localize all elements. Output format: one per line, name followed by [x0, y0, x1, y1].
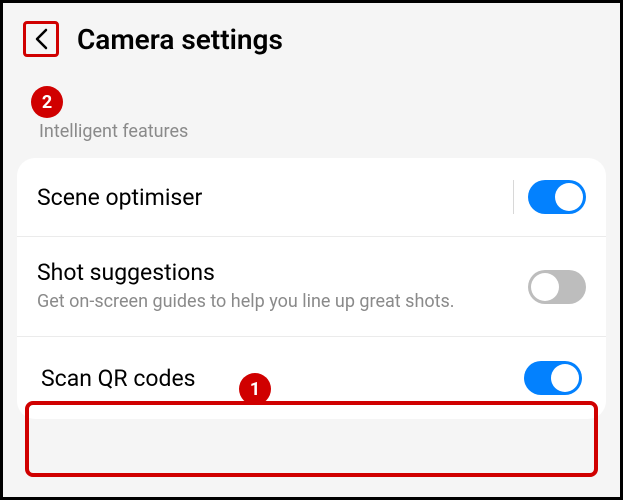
toggle-scan-qr[interactable]: [524, 361, 582, 395]
back-button[interactable]: [23, 21, 59, 57]
toggle-scene-optimiser[interactable]: [528, 180, 586, 214]
setting-title: Scene optimiser: [37, 184, 493, 211]
toggle-divider: [513, 180, 514, 214]
setting-description: Get on-screen guides to help you line up…: [37, 290, 508, 314]
settings-card: Scene optimiser Shot suggestions Get on-…: [17, 158, 606, 419]
setting-title: Shot suggestions: [37, 259, 508, 286]
toggle-knob: [555, 183, 583, 211]
toggle-shot-suggestions[interactable]: [528, 270, 586, 304]
toggle-knob: [531, 273, 559, 301]
setting-text: Scene optimiser: [37, 184, 513, 211]
toggle-knob: [551, 364, 579, 392]
page-title: Camera settings: [77, 23, 283, 56]
section-header: Intelligent features: [3, 71, 620, 152]
setting-text: Scan QR codes: [41, 365, 524, 392]
setting-scan-qr[interactable]: Scan QR codes: [17, 337, 606, 419]
setting-title: Scan QR codes: [41, 365, 504, 392]
annotation-badge-2: 2: [31, 86, 63, 118]
setting-text: Shot suggestions Get on-screen guides to…: [37, 259, 528, 314]
annotation-badge-1: 1: [239, 373, 271, 405]
header: Camera settings: [3, 3, 620, 71]
setting-scene-optimiser[interactable]: Scene optimiser: [17, 158, 606, 237]
chevron-left-icon: [34, 28, 48, 50]
toggle-group: [513, 180, 586, 214]
setting-shot-suggestions[interactable]: Shot suggestions Get on-screen guides to…: [17, 237, 606, 337]
